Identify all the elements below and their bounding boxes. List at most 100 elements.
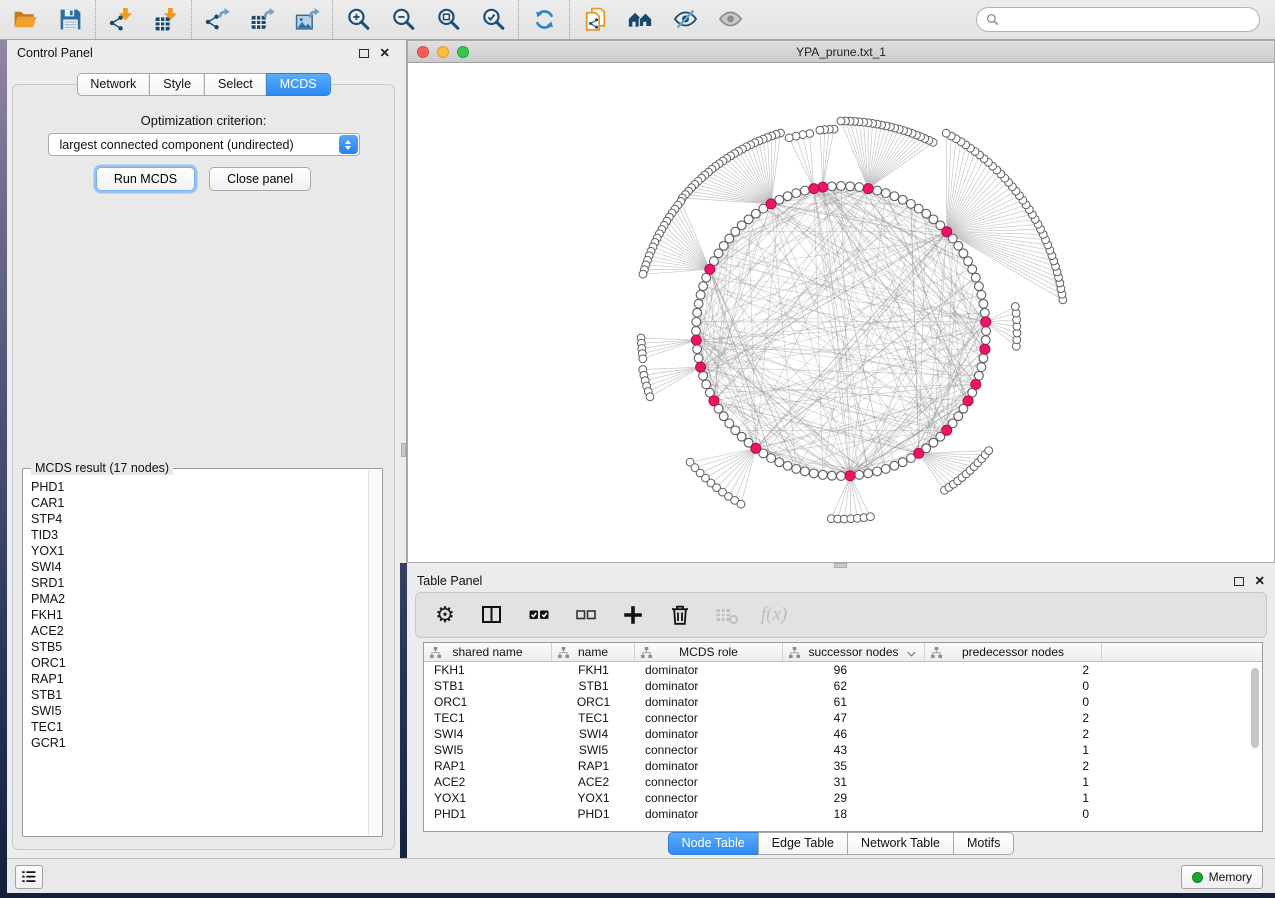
columns-button[interactable] bbox=[479, 602, 505, 628]
cell-successor-nodes: 29 bbox=[783, 790, 925, 806]
mcds-result-list[interactable]: PHD1CAR1STP4TID3YOX1SWI4SRD1PMA2FKH1ACE2… bbox=[31, 479, 365, 830]
zoom-out-icon bbox=[391, 7, 416, 32]
cell-mcds-role: connector bbox=[635, 742, 783, 758]
mcds-result-item[interactable]: CAR1 bbox=[31, 495, 365, 511]
search-input[interactable] bbox=[1005, 13, 1250, 27]
vertical-splitter[interactable] bbox=[400, 40, 407, 563]
open-file-button[interactable] bbox=[11, 6, 39, 34]
zoom-in-icon bbox=[346, 7, 371, 32]
import-table-button[interactable] bbox=[152, 6, 180, 34]
mcds-result-item[interactable]: FKH1 bbox=[31, 607, 365, 623]
export-network-button[interactable] bbox=[203, 6, 231, 34]
column-header-successor-nodes[interactable]: successor nodes bbox=[783, 643, 925, 661]
add-button[interactable] bbox=[620, 602, 646, 628]
table-row[interactable]: FKH1FKH1dominator962 bbox=[424, 662, 1262, 678]
import-network-button[interactable] bbox=[107, 6, 135, 34]
mcds-result-item[interactable]: PHD1 bbox=[31, 479, 365, 495]
cell-name: YOX1 bbox=[552, 790, 635, 806]
mcds-result-item[interactable]: TEC1 bbox=[31, 719, 365, 735]
vertical-splitter-grip[interactable] bbox=[401, 443, 406, 457]
mcds-result-scrollbar[interactable] bbox=[368, 470, 381, 835]
column-label: shared name bbox=[452, 645, 522, 659]
network-window-title: YPA_prune.txt_1 bbox=[796, 45, 886, 59]
mcds-result-item[interactable]: STB1 bbox=[31, 687, 365, 703]
tab-select[interactable]: Select bbox=[204, 73, 267, 96]
save-session-button[interactable] bbox=[56, 6, 84, 34]
table-row[interactable]: ORC1ORC1dominator610 bbox=[424, 694, 1262, 710]
mcds-result-item[interactable]: STB5 bbox=[31, 639, 365, 655]
tab-network-table[interactable]: Network Table bbox=[847, 832, 954, 855]
close-panel-button[interactable]: Close panel bbox=[209, 167, 311, 191]
tab-style[interactable]: Style bbox=[149, 73, 205, 96]
zoom-selected-button[interactable] bbox=[479, 6, 507, 34]
save-session-icon bbox=[58, 7, 83, 32]
column-header-mcds-role[interactable]: MCDS role bbox=[635, 643, 783, 661]
refresh-button[interactable] bbox=[530, 6, 558, 34]
export-table-button[interactable] bbox=[248, 6, 276, 34]
mcds-result-item[interactable]: STP4 bbox=[31, 511, 365, 527]
settings-button[interactable]: ⚙ bbox=[432, 602, 458, 628]
deselect-all-button[interactable] bbox=[573, 602, 599, 628]
cell-name: RAP1 bbox=[552, 758, 635, 774]
table-row[interactable]: RAP1RAP1dominator352 bbox=[424, 758, 1262, 774]
table-scrollbar-thumb[interactable] bbox=[1251, 668, 1259, 748]
mcds-result-item[interactable]: YOX1 bbox=[31, 543, 365, 559]
window-maximize-icon[interactable] bbox=[457, 46, 469, 58]
delete-button[interactable] bbox=[667, 602, 693, 628]
mcds-result-item[interactable]: TID3 bbox=[31, 527, 365, 543]
mcds-result-item[interactable]: SWI4 bbox=[31, 559, 365, 575]
tab-mcds[interactable]: MCDS bbox=[266, 73, 331, 96]
tab-node-table[interactable]: Node Table bbox=[668, 832, 759, 855]
show-graphics-button[interactable] bbox=[716, 6, 744, 34]
table-row[interactable]: SWI5SWI5connector431 bbox=[424, 742, 1262, 758]
zoom-out-button[interactable] bbox=[389, 6, 417, 34]
export-table-icon bbox=[250, 7, 275, 32]
export-image-button[interactable] bbox=[293, 6, 321, 34]
table-panel-close-button[interactable]: ✕ bbox=[1255, 575, 1265, 588]
column-type-icon bbox=[931, 647, 942, 658]
column-header-shared-name[interactable]: shared name bbox=[424, 643, 552, 661]
mcds-result-item[interactable]: ACE2 bbox=[31, 623, 365, 639]
control-panel-close-button[interactable]: ✕ bbox=[380, 47, 390, 60]
table-row[interactable]: STB1STB1dominator620 bbox=[424, 678, 1262, 694]
table-row[interactable]: YOX1YOX1connector291 bbox=[424, 790, 1262, 806]
optimization-criterion-select[interactable]: largest connected component (undirected) bbox=[48, 133, 360, 156]
window-minimize-icon[interactable] bbox=[437, 46, 449, 58]
tab-network[interactable]: Network bbox=[76, 73, 150, 96]
cell-successor-nodes: 35 bbox=[783, 758, 925, 774]
refresh-icon bbox=[532, 7, 557, 32]
home-networks-button[interactable] bbox=[626, 6, 654, 34]
select-all-button[interactable] bbox=[526, 602, 552, 628]
cell-shared-name: TEC1 bbox=[424, 710, 552, 726]
hide-graphics-button[interactable] bbox=[671, 6, 699, 34]
table-row[interactable]: TEC1TEC1connector472 bbox=[424, 710, 1262, 726]
mcds-result-item[interactable]: SRD1 bbox=[31, 575, 365, 591]
zoom-fit-button[interactable] bbox=[434, 6, 462, 34]
tab-motifs[interactable]: Motifs bbox=[953, 832, 1014, 855]
memory-button[interactable]: Memory bbox=[1181, 865, 1263, 889]
mcds-result-item[interactable]: ORC1 bbox=[31, 655, 365, 671]
window-close-icon[interactable] bbox=[417, 46, 429, 58]
table-row[interactable]: PHD1PHD1dominator180 bbox=[424, 806, 1262, 822]
task-history-button[interactable] bbox=[15, 865, 43, 889]
share-document-button[interactable] bbox=[581, 6, 609, 34]
tab-edge-table[interactable]: Edge Table bbox=[758, 832, 848, 855]
mcds-result-group: MCDS result (17 nodes) PHD1CAR1STP4TID3Y… bbox=[22, 468, 383, 837]
table-row[interactable]: SWI4SWI4dominator462 bbox=[424, 726, 1262, 742]
function-builder-button: f(x) bbox=[761, 602, 787, 628]
network-canvas[interactable] bbox=[408, 63, 1274, 562]
mcds-result-item[interactable]: GCR1 bbox=[31, 735, 365, 751]
table-panel-float-button[interactable] bbox=[1234, 577, 1244, 586]
network-window-titlebar[interactable]: YPA_prune.txt_1 bbox=[408, 41, 1274, 63]
zoom-in-button[interactable] bbox=[344, 6, 372, 34]
search-box[interactable] bbox=[976, 7, 1260, 32]
column-header-predecessor-nodes[interactable]: predecessor nodes bbox=[925, 643, 1102, 661]
mcds-result-item[interactable]: RAP1 bbox=[31, 671, 365, 687]
table-row[interactable]: ACE2ACE2connector311 bbox=[424, 774, 1262, 790]
column-type-icon bbox=[789, 647, 800, 658]
mcds-result-item[interactable]: SWI5 bbox=[31, 703, 365, 719]
column-header-name[interactable]: name bbox=[552, 643, 635, 661]
mcds-result-item[interactable]: PMA2 bbox=[31, 591, 365, 607]
run-mcds-button[interactable]: Run MCDS bbox=[96, 167, 195, 191]
control-panel-float-button[interactable] bbox=[359, 49, 369, 58]
